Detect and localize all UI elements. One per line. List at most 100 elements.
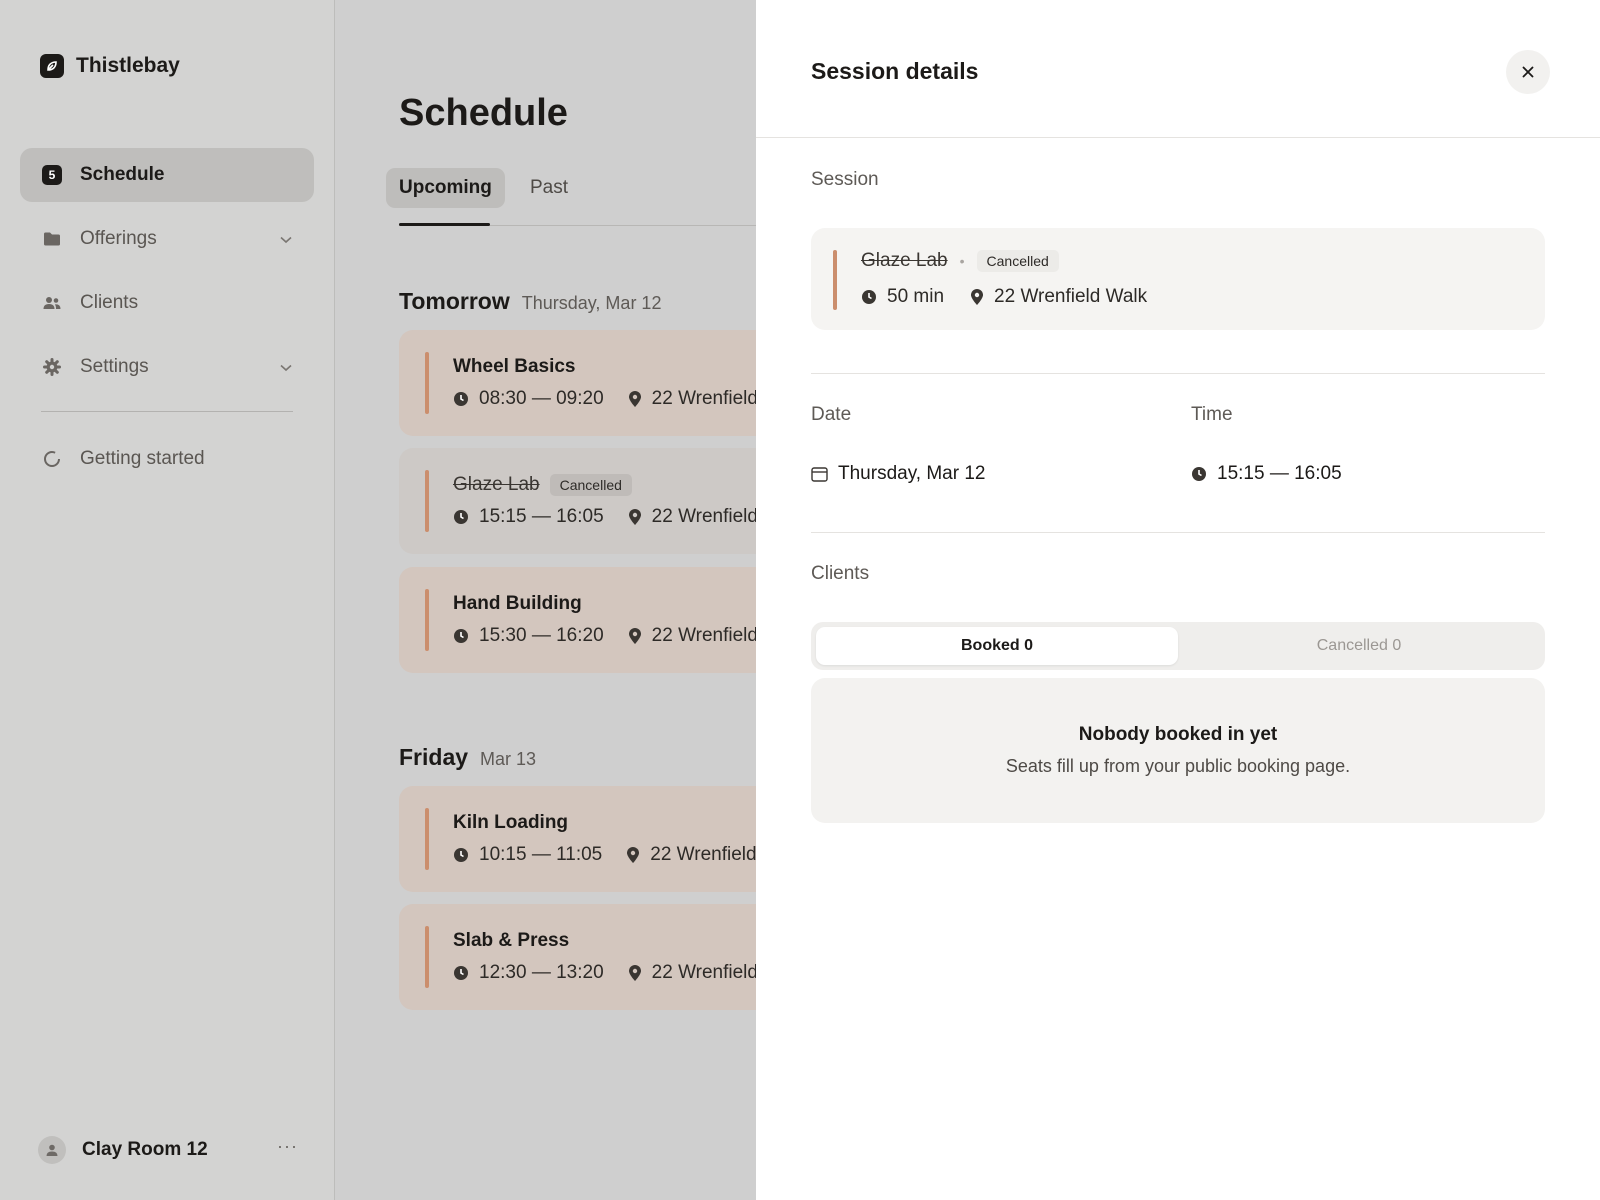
sidebar-item-settings[interactable]: Settings [20, 340, 314, 394]
session-summary-card: Glaze Lab • Cancelled 50 min 22 Wrenfiel… [811, 228, 1545, 330]
divider [811, 532, 1545, 533]
sidebar-item-label: Clients [80, 292, 139, 313]
session-location: 22 Wrenfield Walk [651, 506, 756, 527]
date-value: Thursday, Mar 12 [811, 463, 985, 485]
time-label: Time [1191, 404, 1233, 425]
session-location: 22 Wrenfield Walk [650, 844, 756, 865]
location-pin-icon [628, 627, 642, 645]
accent-bar [425, 470, 429, 532]
day-date: Thursday, Mar 12 [521, 293, 662, 313]
session-name: Glaze Lab [453, 474, 540, 495]
sidebar-item-clients[interactable]: Clients [20, 276, 314, 330]
session-card[interactable]: Hand Building 15:30 — 16:20 22 Wrenfield… [399, 567, 756, 673]
close-icon [1522, 66, 1534, 78]
session-time: 10:15 — 11:05 [479, 844, 603, 865]
day-date: Mar 13 [480, 749, 537, 769]
session-location: 22 Wrenfield Walk [651, 962, 756, 983]
session-name: Kiln Loading [453, 812, 569, 833]
session-location: 22 Wrenfield Walk [994, 286, 1148, 307]
sidebar-item-getting-started[interactable]: Getting started [20, 432, 314, 486]
progress-ring-icon [42, 449, 62, 469]
time-value: 15:15 — 16:05 [1191, 463, 1342, 485]
clock-icon [453, 847, 469, 863]
status-badge: Cancelled [976, 250, 1059, 272]
day-label: Tomorrow [399, 288, 510, 314]
avatar [38, 1136, 66, 1164]
session-card[interactable]: Slab & Press 12:30 — 13:20 22 Wrenfield … [399, 904, 756, 1010]
session-details-panel: Session details Session Glaze Lab • Canc… [756, 0, 1600, 1200]
clock-icon [453, 965, 469, 981]
sidebar-nav: 5 Schedule Offerings Clients Settings [20, 148, 314, 404]
tab-past[interactable]: Past [517, 168, 581, 208]
day-heading: Friday Mar 13 [399, 744, 536, 771]
user-name: Clay Room 12 [82, 1139, 208, 1160]
session-duration: 50 min [887, 286, 945, 307]
clock-icon [861, 289, 877, 305]
more-options-icon[interactable]: ··· [277, 1136, 298, 1157]
location-pin-icon [628, 964, 642, 982]
session-time: 15:30 — 16:20 [479, 625, 604, 646]
divider [811, 373, 1545, 374]
sidebar-item-label: Settings [80, 356, 149, 377]
sidebar-item-label: Schedule [80, 164, 165, 185]
leaf-logo-icon [40, 54, 64, 78]
clients-label: Clients [811, 563, 870, 584]
session-name: Hand Building [453, 593, 582, 614]
schedule-main: Schedule Upcoming Past Tomorrow Thursday… [336, 0, 756, 1200]
clock-icon [453, 391, 469, 407]
location-pin-icon [970, 288, 984, 306]
location-pin-icon [626, 846, 640, 864]
sidebar: Thistlebay 5 Schedule Offerings Clients [0, 0, 335, 1200]
session-location: 22 Wrenfield Walk [651, 625, 756, 646]
getting-started-section: Getting started [20, 432, 314, 496]
segment-cancelled[interactable]: Cancelled 0 [1178, 627, 1540, 665]
schedule-tabs: Upcoming Past [386, 168, 756, 226]
date-label: Date [811, 404, 852, 425]
empty-state: Nobody booked in yet Seats fill up from … [811, 678, 1545, 823]
session-name: Slab & Press [453, 930, 570, 951]
accent-bar [425, 926, 429, 988]
calendar-icon [811, 466, 828, 482]
accent-bar [833, 250, 837, 310]
time-text: 15:15 — 16:05 [1217, 463, 1342, 484]
accent-bar [425, 589, 429, 651]
day-label: Friday [399, 744, 469, 770]
section-label: Session [811, 169, 879, 190]
user-account[interactable]: Clay Room 12 ··· [38, 1130, 298, 1170]
location-pin-icon [628, 508, 642, 526]
clock-icon [453, 509, 469, 525]
session-card[interactable]: Wheel Basics 08:30 — 09:20 22 Wrenfield … [399, 330, 756, 436]
users-icon [42, 293, 62, 313]
gear-icon [42, 357, 62, 377]
separator-dot: • [959, 253, 965, 269]
date-text: Thursday, Mar 12 [838, 463, 986, 484]
empty-state-subtitle: Seats fill up from your public booking p… [1005, 756, 1351, 776]
session-location: 22 Wrenfield Walk [651, 388, 756, 409]
sidebar-divider [41, 411, 293, 412]
accent-bar [425, 808, 429, 870]
session-name: Wheel Basics [453, 356, 576, 377]
sidebar-item-schedule[interactable]: 5 Schedule [20, 148, 314, 202]
session-card[interactable]: Kiln Loading 10:15 — 11:05 22 Wrenfield … [399, 786, 756, 892]
empty-state-title: Nobody booked in yet [1078, 724, 1278, 745]
chevron-down-icon[interactable] [280, 228, 292, 250]
chevron-down-icon[interactable] [280, 356, 292, 378]
sidebar-item-label: Offerings [80, 228, 157, 249]
brand[interactable]: Thistlebay [40, 54, 180, 78]
tab-upcoming[interactable]: Upcoming [386, 168, 505, 208]
schedule-count-badge: 5 [42, 165, 62, 185]
panel-title: Session details [811, 58, 979, 84]
clients-segmented-control: Booked 0 Cancelled 0 [811, 622, 1545, 670]
clock-icon [453, 628, 469, 644]
session-time: 12:30 — 13:20 [479, 962, 604, 983]
panel-header: Session details [756, 0, 1600, 138]
segment-booked[interactable]: Booked 0 [816, 627, 1178, 665]
sidebar-item-offerings[interactable]: Offerings [20, 212, 314, 266]
accent-bar [425, 352, 429, 414]
close-button[interactable] [1506, 50, 1550, 94]
session-card[interactable]: Glaze Lab Cancelled 15:15 — 16:05 22 Wre… [399, 448, 756, 554]
app-name: Thistlebay [76, 54, 180, 77]
sidebar-item-label: Getting started [80, 448, 205, 469]
active-tab-indicator [399, 223, 490, 226]
page-title: Schedule [399, 92, 568, 134]
